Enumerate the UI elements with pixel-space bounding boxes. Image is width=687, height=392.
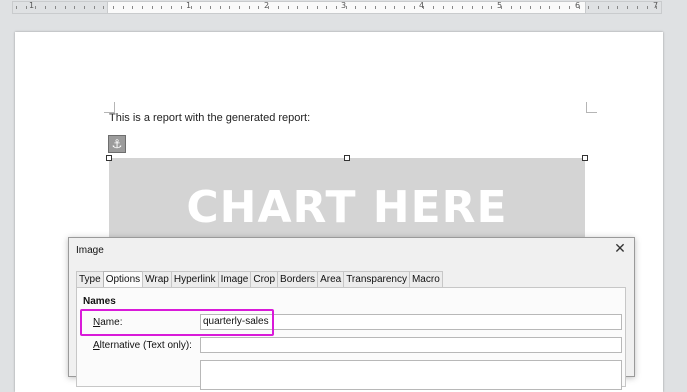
ruler-tick (142, 6, 143, 9)
ruler-tick (617, 6, 618, 9)
ruler-tick (482, 6, 483, 9)
tab-borders[interactable]: Borders (277, 271, 319, 287)
text-boundary-corner (586, 102, 597, 113)
ruler-tick (113, 6, 114, 9)
tab-image[interactable]: Image (217, 271, 252, 287)
ruler-tick (103, 6, 104, 9)
resize-handle-top-right[interactable] (582, 155, 588, 161)
ruler-tick (540, 6, 541, 9)
dialog-tabs: Type Options Wrap Hyperlink Image Crop B… (76, 271, 443, 287)
anchor-icon[interactable]: ⚓ (108, 135, 126, 153)
ruler-tick (346, 6, 347, 9)
horizontal-ruler[interactable]: 1 1 2 3 4 5 6 7 (0, 0, 687, 16)
tab-area[interactable]: Area (317, 271, 345, 287)
ruler-tick (161, 6, 162, 9)
ruler-tick (74, 6, 75, 9)
alternative-field[interactable] (200, 337, 622, 353)
ruler-tick (336, 6, 337, 9)
ruler-tick (278, 6, 279, 9)
body-paragraph[interactable]: This is a report with the generated repo… (109, 112, 310, 124)
tab-macro[interactable]: Macro (408, 271, 443, 287)
ruler-tick (26, 6, 27, 9)
ruler-tick (656, 6, 657, 9)
ruler-tick (530, 6, 531, 9)
ruler-tick (171, 6, 172, 9)
ruler-tick (132, 6, 133, 9)
ruler-tick (191, 6, 192, 9)
ruler-tick (297, 6, 298, 9)
ruler-tick (55, 6, 56, 9)
ruler-tick (239, 6, 240, 9)
ruler-tick (365, 6, 366, 9)
ruler-tick (549, 6, 550, 9)
close-icon[interactable]: ✕ (613, 242, 627, 256)
ruler-tick (355, 6, 356, 9)
description-field[interactable] (200, 360, 622, 390)
ruler-tick (65, 6, 66, 9)
ruler-tick (220, 6, 221, 9)
tab-hyperlink[interactable]: Hyperlink (170, 271, 219, 287)
ruler-tick (647, 6, 648, 9)
ruler-tick (152, 6, 153, 9)
ruler-tick (181, 6, 182, 9)
ruler-tick (307, 6, 308, 9)
tab-options[interactable]: Options (102, 271, 144, 287)
ruler-tick (35, 6, 36, 9)
ruler-tick (579, 6, 580, 9)
ruler-tick (443, 6, 444, 9)
ruler-tick (16, 6, 17, 9)
tab-wrap[interactable]: Wrap (142, 271, 172, 287)
ruler-tick (608, 6, 609, 9)
dialog-title: Image (76, 245, 104, 256)
options-panel: Names Name: quarterly-sales Alternative … (76, 287, 626, 390)
alternative-label: Alternative (Text only): (93, 340, 192, 351)
ruler-tick (404, 6, 405, 9)
ruler-tick (501, 6, 502, 9)
ruler-tick (94, 6, 95, 9)
ruler-tick (598, 6, 599, 9)
ruler-tick (375, 6, 376, 9)
ruler-tick (394, 6, 395, 9)
ruler-tick (511, 6, 512, 9)
names-section-title: Names (83, 296, 116, 307)
ruler-tick (84, 6, 85, 9)
ruler-tick (385, 6, 386, 9)
ruler-tick (491, 6, 492, 9)
ruler-tick (637, 6, 638, 9)
tab-transparency[interactable]: Transparency (343, 271, 410, 287)
ruler-tick (452, 6, 453, 9)
ruler-tick (45, 6, 46, 9)
ruler-tick (559, 6, 560, 9)
ruler-tick (414, 6, 415, 9)
ruler-tick (317, 6, 318, 9)
ruler-tick (249, 6, 250, 9)
ruler-strip (12, 1, 662, 14)
tab-crop[interactable]: Crop (250, 271, 279, 287)
ruler-tick (229, 6, 230, 9)
ruler-tick (520, 6, 521, 9)
ruler-tick (423, 6, 424, 9)
ruler-tick (326, 6, 327, 9)
chart-placeholder-text: CHART HERE (186, 182, 508, 233)
ruler-tick (258, 6, 259, 9)
ruler-tick (472, 6, 473, 9)
ruler-right-margin (585, 1, 662, 14)
tab-type[interactable]: Type (76, 271, 104, 287)
ruler-tick (200, 6, 201, 9)
ruler-tick (288, 6, 289, 9)
name-field-highlight (80, 309, 274, 336)
ruler-tick (588, 6, 589, 9)
ruler-tick (268, 6, 269, 9)
ruler-tick (210, 6, 211, 9)
ruler-number: 1 (29, 1, 35, 10)
image-dialog: Image ✕ Type Options Wrap Hyperlink Imag… (68, 237, 635, 390)
chart-placeholder-image[interactable]: CHART HERE (109, 158, 585, 248)
ruler-tick (433, 6, 434, 9)
ruler-tick (462, 6, 463, 9)
ruler-tick (627, 6, 628, 9)
ruler-tick (123, 6, 124, 9)
resize-handle-top-left[interactable] (106, 155, 112, 161)
ruler-tick (569, 6, 570, 9)
resize-handle-top[interactable] (344, 155, 350, 161)
